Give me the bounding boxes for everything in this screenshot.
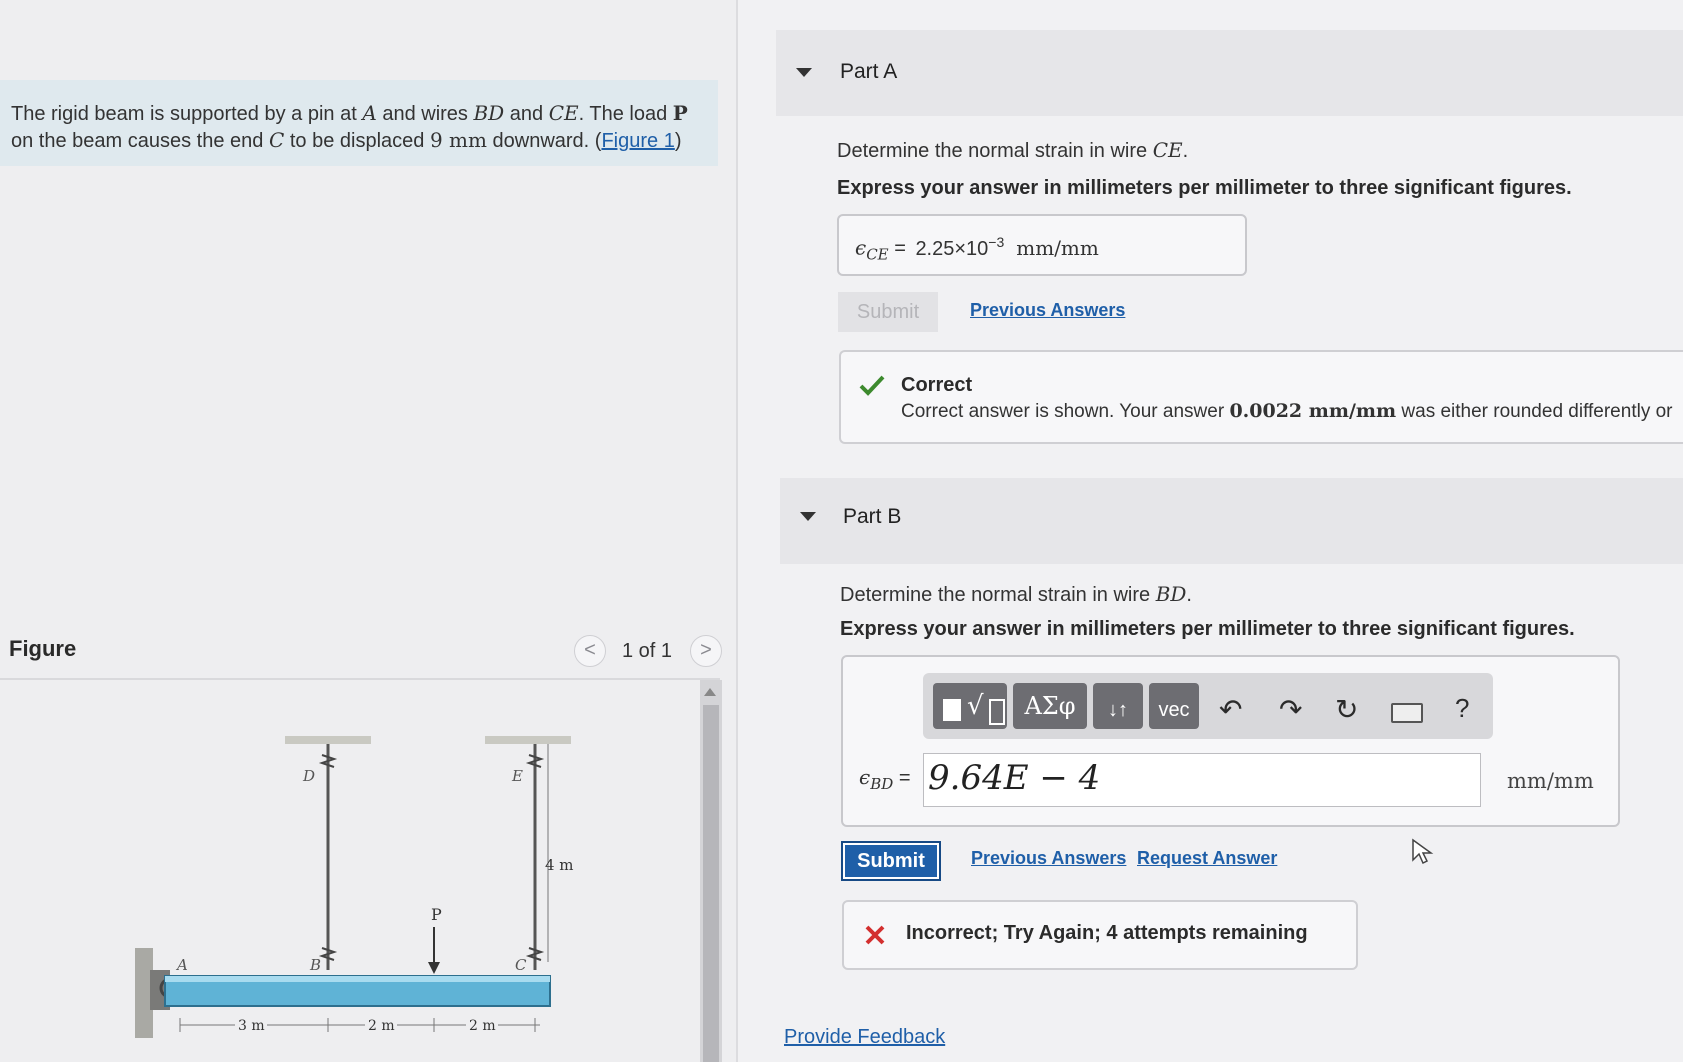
part-b-answer-box: √ ΑΣφ ↓↑ vec ↶ ↷ ↻ ? ϵBD = 9.64E − 4 mm/…: [841, 655, 1620, 827]
part-a-submit-button[interactable]: Submit: [838, 292, 938, 332]
dim-label-3m: 3 m: [238, 1018, 265, 1034]
part-a-title[interactable]: Part A: [840, 60, 897, 84]
part-b-question: Determine the normal strain in wire BD.: [840, 582, 1192, 606]
beam-figure: P A B C D E 4 m 3 m 2 m 2 m: [135, 736, 574, 1038]
math-toolbar: √ ΑΣφ ↓↑ vec ↶ ↷ ↻ ?: [923, 673, 1493, 739]
dim-label-2m-b: 2 m: [469, 1018, 496, 1034]
ceiling-support-d: [285, 736, 371, 744]
part-a-instruction: Express your answer in millimeters per m…: [837, 177, 1572, 199]
figure-scrollbar-thumb[interactable]: [703, 705, 719, 1062]
parts-panel: Part A Determine the normal strain in wi…: [746, 0, 1683, 1062]
part-a-header[interactable]: [776, 30, 1683, 116]
problem-statement: The rigid beam is supported by a pin at …: [11, 101, 688, 152]
incorrect-x-icon: [865, 925, 885, 945]
part-b-answer-input[interactable]: 9.64E − 4: [923, 753, 1481, 807]
label-c: C: [515, 956, 527, 974]
problem-statement-box: The rigid beam is supported by a pin at …: [0, 80, 718, 166]
reset-icon[interactable]: ↻: [1335, 693, 1358, 726]
part-a-answer-box: ϵCE = 2.25×10−3 mm/mm: [837, 214, 1247, 276]
collapse-part-b-icon[interactable]: [800, 512, 816, 521]
scroll-up-icon[interactable]: [704, 688, 716, 696]
collapse-part-a-icon[interactable]: [796, 68, 812, 77]
part-a-previous-answers-link[interactable]: Previous Answers: [970, 300, 1125, 321]
request-answer-link[interactable]: Request Answer: [1137, 848, 1277, 869]
part-b-answer-value: 9.64E − 4: [928, 758, 1101, 798]
figure-next-button[interactable]: >: [690, 635, 722, 667]
checkmark-icon: [859, 375, 885, 396]
help-icon[interactable]: ?: [1455, 693, 1469, 724]
part-b-answer-label: ϵBD =: [859, 765, 911, 793]
part-b-unit: mm/mm: [1507, 769, 1594, 793]
part-a-feedback-text: Correct answer is shown. Your answer 0.0…: [901, 400, 1673, 422]
part-b-previous-answers-link[interactable]: Previous Answers: [971, 848, 1126, 869]
vector-button[interactable]: vec: [1149, 683, 1199, 729]
radicand-box-icon: [989, 699, 1005, 725]
undo-icon[interactable]: ↶: [1219, 693, 1242, 726]
figure-heading: Figure: [9, 636, 77, 661]
sqrt-icon: √: [967, 691, 984, 721]
figure-prev-button[interactable]: <: [574, 635, 606, 667]
redo-icon[interactable]: ↷: [1279, 693, 1302, 726]
template-box-icon: [943, 699, 961, 721]
label-e: E: [511, 767, 523, 785]
label-a: A: [175, 956, 188, 974]
figure-page-count: 1 of 1: [622, 640, 673, 662]
label-b: B: [309, 956, 321, 974]
part-b-feedback-box: Incorrect; Try Again; 4 attempts remaini…: [842, 900, 1358, 970]
part-a-answer: ϵCE = 2.25×10−3 mm/mm: [855, 234, 1099, 264]
sort-arrows-button[interactable]: ↓↑: [1093, 683, 1143, 729]
beam-highlight: [165, 976, 550, 982]
figure-link[interactable]: Figure 1: [601, 130, 674, 152]
label-d: D: [302, 767, 315, 785]
dim-label-wire: 4 m: [545, 856, 574, 874]
load-label-p: P: [431, 905, 442, 924]
dim-label-2m-a: 2 m: [368, 1018, 395, 1034]
keyboard-icon[interactable]: [1391, 703, 1423, 723]
part-a-feedback-title: Correct: [901, 374, 973, 396]
mouse-cursor-icon: [1412, 838, 1434, 865]
provide-feedback-link[interactable]: Provide Feedback: [784, 1026, 945, 1049]
part-b-title[interactable]: Part B: [843, 505, 901, 529]
templates-button[interactable]: √: [933, 683, 1007, 729]
ceiling-support-e: [485, 736, 571, 744]
part-b-header[interactable]: [780, 478, 1683, 564]
greek-symbols-button[interactable]: ΑΣφ: [1013, 683, 1087, 729]
load-arrow-head: [428, 962, 440, 974]
part-a-question: Determine the normal strain in wire CE.: [837, 138, 1189, 162]
part-b-submit-button[interactable]: Submit: [841, 841, 941, 881]
part-b-feedback-text: Incorrect; Try Again; 4 attempts remaini…: [906, 922, 1308, 944]
part-a-feedback-box: Correct Correct answer is shown. Your an…: [839, 350, 1683, 444]
part-b-instruction: Express your answer in millimeters per m…: [840, 618, 1575, 640]
problem-panel: The rigid beam is supported by a pin at …: [0, 0, 738, 1062]
